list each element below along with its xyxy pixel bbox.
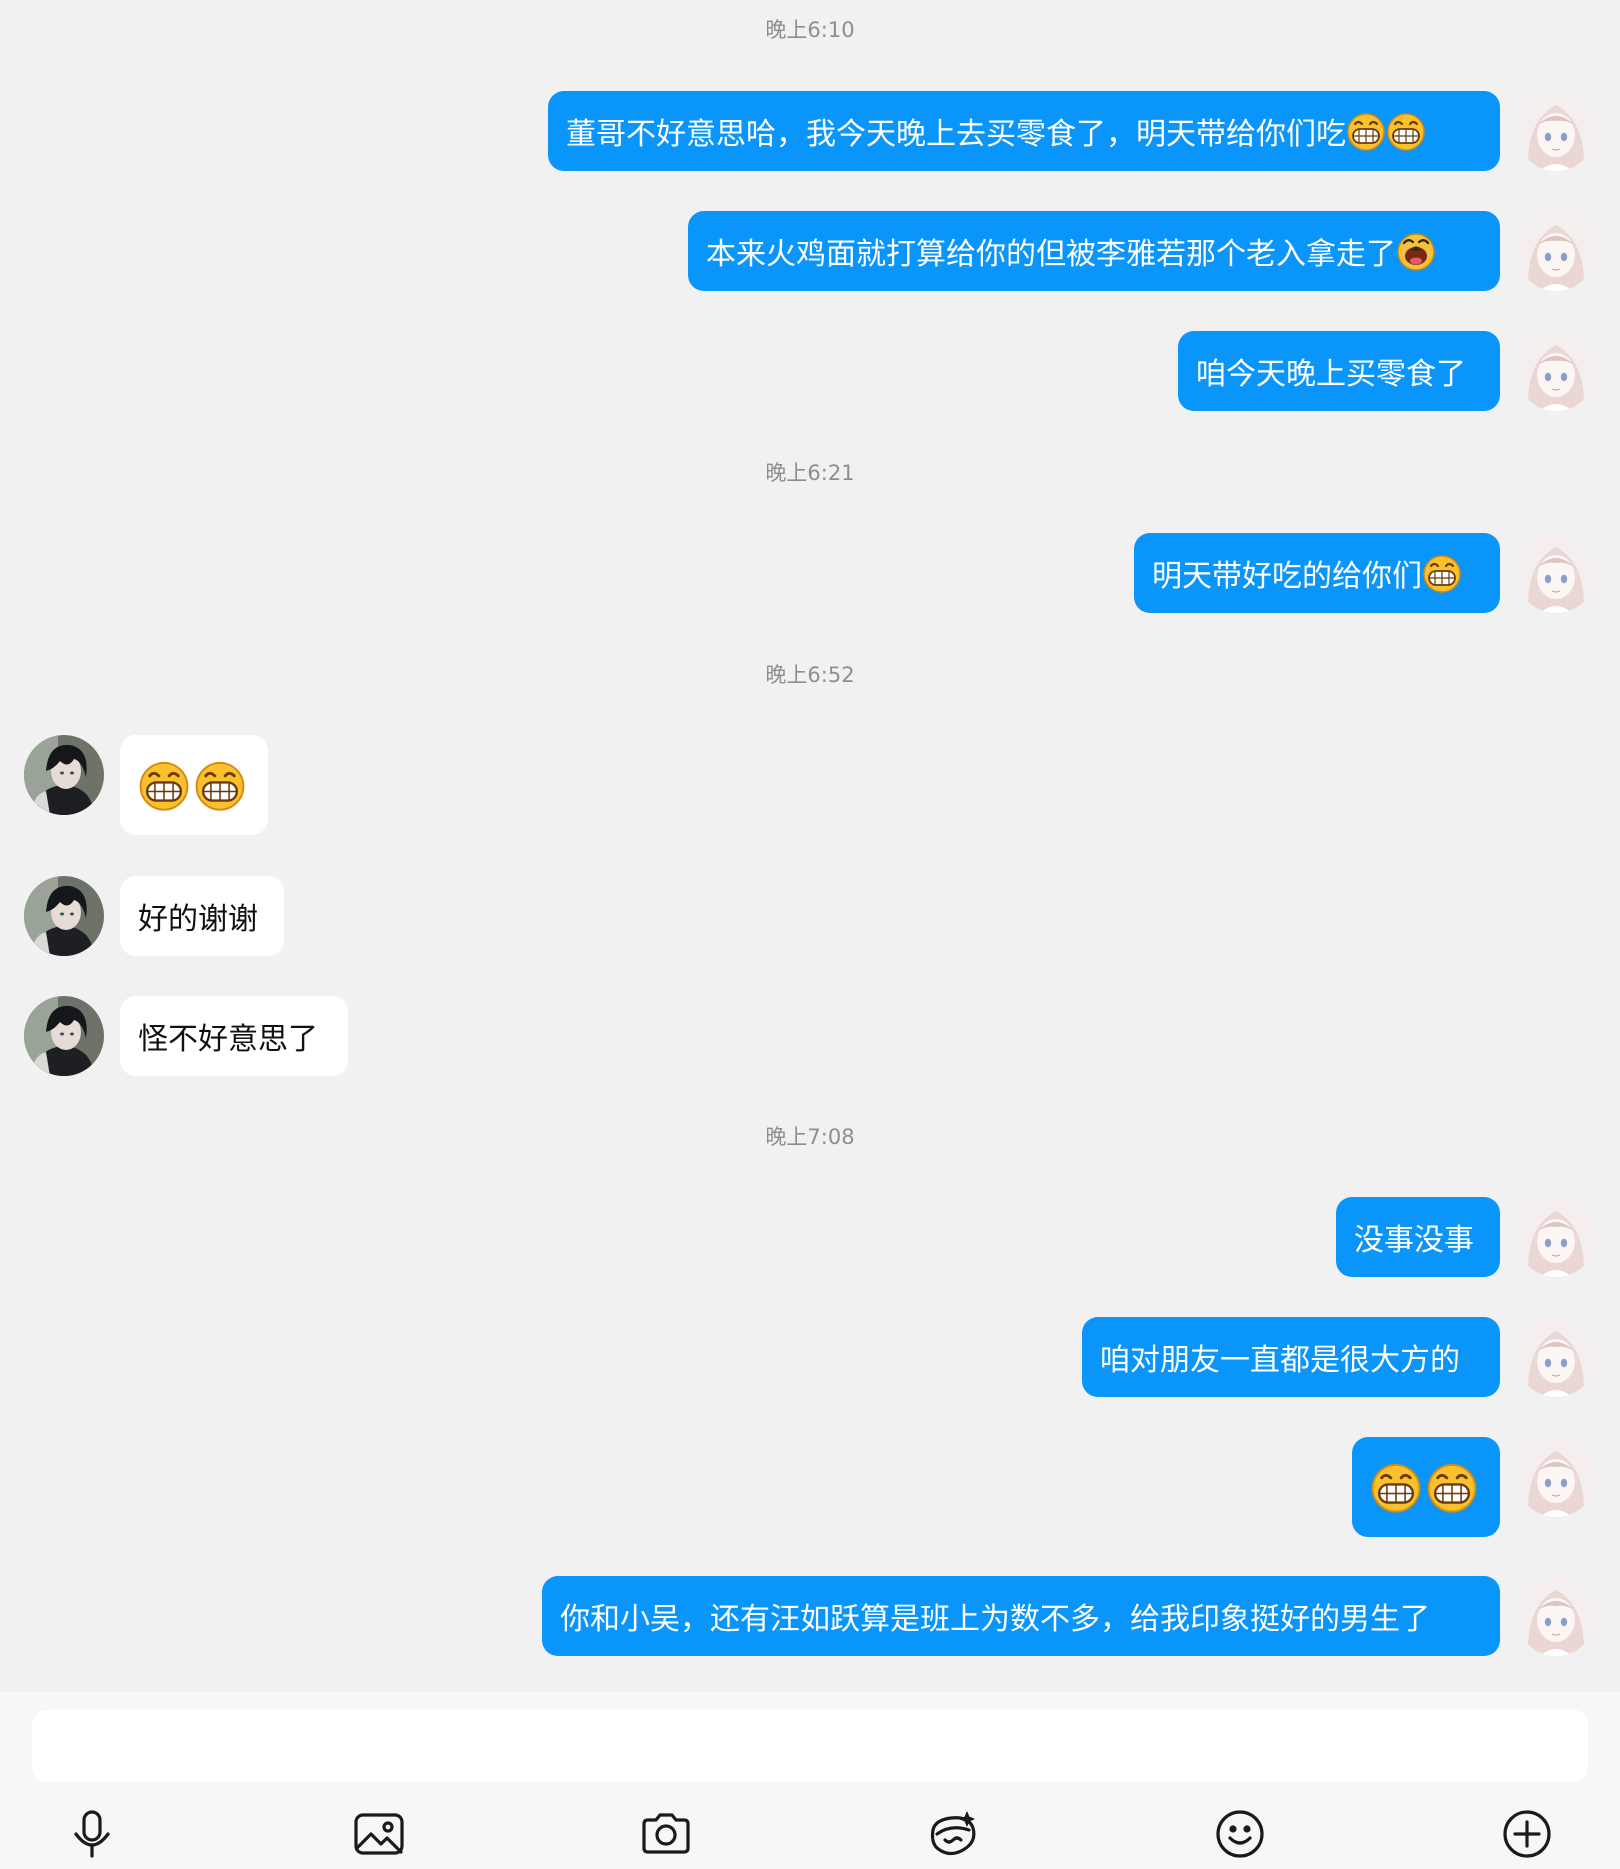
grinning-face-emoji [138, 759, 190, 811]
message-text: 怪不好意思了 [138, 1022, 318, 1057]
outgoing-message-bubble[interactable]: 咱今天晚上买零食了 [1178, 331, 1500, 411]
friend-avatar[interactable] [24, 876, 104, 956]
my-avatar[interactable] [1516, 1197, 1596, 1277]
my-avatar[interactable] [1516, 1317, 1596, 1397]
outgoing-message-bubble[interactable]: 咱对朋友一直都是很大方的 [1082, 1317, 1500, 1397]
outgoing-message-bubble[interactable] [1352, 1437, 1500, 1537]
message-text: 董哥不好意思哈，我今天晚上去买零食了，明天带给你们吃 [566, 117, 1346, 152]
timestamp: 晚上6:21 [765, 461, 855, 485]
outgoing-message-bubble[interactable]: 明天带好吃的给你们 [1134, 533, 1500, 613]
message-text: 没事没事 [1354, 1223, 1474, 1258]
incoming-message-bubble[interactable]: 怪不好意思了 [120, 996, 348, 1076]
incoming-message-bubble[interactable] [120, 735, 268, 835]
my-avatar[interactable] [1516, 91, 1596, 171]
grinning-face-emoji [1422, 553, 1462, 593]
my-avatar[interactable] [1516, 533, 1596, 613]
grinning-face-emoji [194, 759, 246, 811]
my-avatar[interactable] [1516, 1576, 1596, 1656]
incoming-message-bubble[interactable]: 好的谢谢 [120, 876, 284, 956]
friend-avatar[interactable] [24, 996, 104, 1076]
my-avatar[interactable] [1516, 211, 1596, 291]
message-text: 明天带好吃的给你们 [1152, 559, 1422, 594]
message-input[interactable] [32, 1710, 1588, 1782]
outgoing-message-bubble[interactable]: 本来火鸡面就打算给你的但被李雅若那个老入拿走了 [688, 211, 1500, 291]
grinning-face-emoji [1370, 1461, 1422, 1513]
outgoing-message-bubble[interactable]: 没事没事 [1336, 1197, 1500, 1277]
outgoing-message-bubble[interactable]: 董哥不好意思哈，我今天晚上去买零食了，明天带给你们吃 [548, 91, 1500, 171]
plus-icon[interactable] [1497, 1804, 1557, 1864]
laughing-dog-emoji [1396, 231, 1436, 271]
microphone-icon[interactable] [62, 1804, 122, 1864]
image-icon[interactable] [349, 1804, 409, 1864]
composer-bar [0, 1692, 1620, 1869]
chat-area[interactable]: 晚上6:10 董哥不好意思哈，我今天晚上去买零食了，明天带给你们吃 本来火鸡面就… [0, 0, 1620, 1692]
my-avatar[interactable] [1516, 1437, 1596, 1517]
grinning-face-emoji [1386, 111, 1426, 151]
message-text: 好的谢谢 [138, 902, 258, 937]
timestamp: 晚上6:10 [765, 18, 855, 42]
grinning-face-emoji [1346, 111, 1386, 151]
timestamp: 晚上7:08 [765, 1125, 855, 1149]
message-text: 咱今天晚上买零食了 [1196, 357, 1466, 392]
message-text: 咱对朋友一直都是很大方的 [1100, 1343, 1460, 1378]
smiley-icon[interactable] [1210, 1804, 1270, 1864]
my-avatar[interactable] [1516, 331, 1596, 411]
message-text: 本来火鸡面就打算给你的但被李雅若那个老入拿走了 [706, 237, 1396, 272]
message-text: 你和小吴，还有汪如跃算是班上为数不多，给我印象挺好的男生了 [560, 1602, 1430, 1637]
outgoing-message-bubble[interactable]: 你和小吴，还有汪如跃算是班上为数不多，给我印象挺好的男生了 [542, 1576, 1500, 1656]
friend-avatar[interactable] [24, 735, 104, 815]
red-packet-icon[interactable] [923, 1804, 983, 1864]
camera-icon[interactable] [636, 1804, 696, 1864]
grinning-face-emoji [1426, 1461, 1478, 1513]
timestamp: 晚上6:52 [765, 663, 855, 687]
